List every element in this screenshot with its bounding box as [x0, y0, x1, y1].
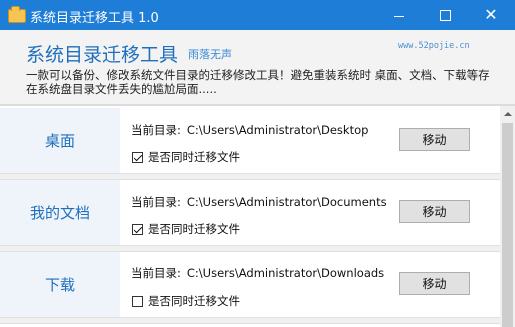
vertical-scrollbar[interactable] — [500, 106, 515, 327]
checkbox-box[interactable] — [132, 223, 143, 235]
website-link[interactable]: www.52pojie.cn — [398, 41, 470, 51]
window-title: 系统目录迁移工具 1.0 — [30, 11, 159, 26]
move-downloads-button[interactable]: 移动 — [399, 272, 470, 295]
scroll-up-arrow-icon[interactable] — [500, 106, 515, 121]
path-value: C:\Users\Administrator\Documents — [186, 195, 387, 209]
close-button[interactable]: ✕ — [468, 0, 514, 30]
path-label: 当前目录: — [131, 123, 181, 137]
path-label: 当前目录: — [131, 195, 181, 209]
desktop-path: 当前目录: C:\Users\Administrator\Desktop — [131, 122, 368, 138]
documents-migrate-checkbox[interactable]: 是否同时迁移文件 — [132, 221, 240, 237]
path-value: C:\Users\Administrator\Desktop — [186, 123, 369, 137]
minimize-button[interactable] — [376, 0, 422, 30]
checkbox-box[interactable] — [132, 295, 143, 307]
maximize-icon — [439, 9, 451, 21]
app-title: 系统目录迁移工具 — [26, 44, 179, 66]
section-label-downloads: 下载 — [0, 252, 120, 317]
folder-icon — [8, 6, 26, 23]
maximize-button[interactable] — [422, 0, 468, 30]
checkbox-label: 是否同时迁移文件 — [148, 222, 240, 236]
author-label: 雨落无声 — [188, 48, 232, 61]
close-icon: ✕ — [484, 5, 498, 24]
section-label-desktop: 桌面 — [0, 108, 120, 173]
path-label: 当前目录: — [131, 266, 181, 280]
title-bar[interactable]: 系统目录迁移工具 1.0 ✕ — [0, 0, 515, 30]
desktop-migrate-checkbox[interactable]: 是否同时迁移文件 — [132, 149, 240, 165]
minimize-icon — [394, 15, 404, 17]
documents-path: 当前目录: C:\Users\Administrator\Documents — [131, 194, 387, 210]
app-window: 系统目录迁移工具 1.0 ✕ 系统目录迁移工具 雨落无声 www.52pojie… — [0, 0, 515, 327]
section-divider — [0, 317, 500, 324]
move-desktop-button[interactable]: 移动 — [399, 128, 470, 151]
checkbox-box[interactable] — [132, 151, 143, 163]
section-divider — [0, 245, 500, 252]
section-label-documents: 我的文档 — [0, 180, 120, 245]
description-text: 一款可以备份、修改系统文件目录的迁移修改工具！避免重装系统时 桌面、文档、下载等… — [26, 68, 490, 96]
checkbox-label: 是否同时迁移文件 — [148, 294, 240, 308]
scrollbar-thumb[interactable] — [502, 123, 513, 327]
downloads-path: 当前目录: C:\Users\Administrator\Downloads — [131, 265, 384, 281]
move-documents-button[interactable]: 移动 — [399, 200, 470, 223]
section-divider — [0, 173, 500, 180]
downloads-migrate-checkbox[interactable]: 是否同时迁移文件 — [132, 293, 240, 309]
path-value: C:\Users\Administrator\Downloads — [186, 266, 385, 280]
checkbox-label: 是否同时迁移文件 — [148, 150, 240, 164]
header-divider — [0, 104, 515, 106]
